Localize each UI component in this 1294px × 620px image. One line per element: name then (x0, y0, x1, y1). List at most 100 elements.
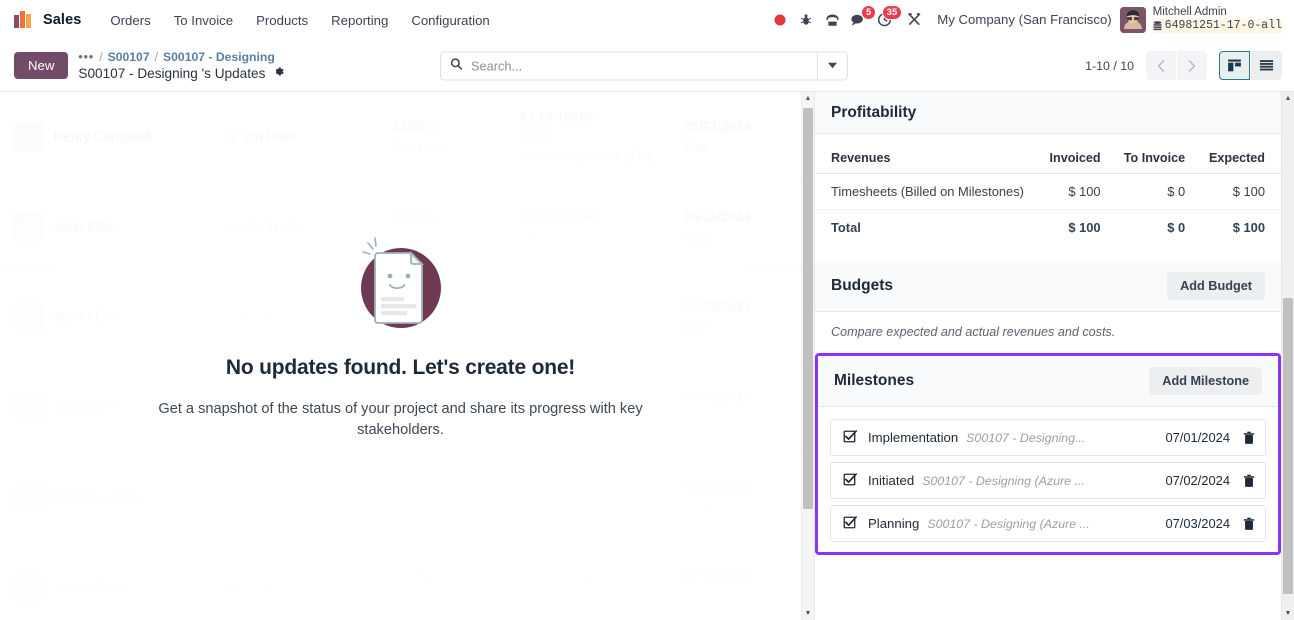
app-brand[interactable]: Sales (14, 9, 81, 31)
row-to-invoice: $ 0 (1106, 173, 1192, 210)
pager-previous-button[interactable] (1146, 51, 1176, 80)
company-switcher[interactable]: My Company (San Francisco) (937, 12, 1111, 27)
project-details-inner: Profitability Revenues Invoiced To Invoi… (815, 92, 1281, 620)
row-label: Timesheets (Billed on Milestones) (815, 173, 1034, 210)
add-milestone-button[interactable]: Add Milestone (1149, 367, 1262, 395)
menu-item-products[interactable]: Products (245, 7, 319, 34)
scroll-down-icon[interactable]: ▼ (1282, 607, 1294, 620)
status-label: On Hold (245, 579, 296, 594)
tools-icon[interactable] (901, 7, 927, 33)
activities-clock-icon[interactable]: 35 (871, 4, 903, 33)
updates-list-pane: Henry Campbell On Hold 1194% Progress 9 … (0, 92, 815, 620)
checkbox-checked-icon[interactable] (843, 429, 857, 446)
trash-icon[interactable] (1243, 431, 1255, 445)
scroll-down-icon[interactable]: ▼ (802, 607, 814, 620)
scroll-up-icon[interactable]: ▲ (1282, 92, 1294, 105)
add-budget-button[interactable]: Add Budget (1167, 272, 1265, 300)
milestone-row[interactable]: Planning S00107 - Designing (Azure ... 0… (830, 505, 1266, 542)
status-label: On Hold (245, 489, 296, 504)
menu-item-reporting[interactable]: Reporting (320, 7, 399, 34)
view-kanban-button[interactable] (1219, 51, 1250, 80)
list-item-name: Henry Campbell (54, 489, 151, 504)
row-invoiced: $ 100 (1033, 173, 1107, 210)
trash-icon[interactable] (1243, 474, 1255, 488)
date-label: Date (683, 229, 710, 244)
menu-item-orders[interactable]: Orders (99, 7, 161, 34)
row-expected: $ 100 (1191, 173, 1281, 210)
progress-label: Progress (393, 229, 443, 244)
control-panel: New ••• / S00107 / S00107 - Designing S0… (0, 40, 1294, 92)
voip-phone-icon[interactable] (819, 7, 845, 33)
date-value: 08/10/2024 (683, 388, 752, 404)
date-label: Date (683, 499, 710, 514)
list-item[interactable]: Wendi Baltz On Hold 1919% Progress 18 / … (0, 542, 814, 620)
list-icon (1259, 60, 1274, 71)
breadcrumb-link-s00107[interactable]: S00107 (108, 50, 150, 64)
search-box[interactable] (440, 51, 817, 80)
database-icon (1153, 21, 1162, 31)
progress-cell: 4625% Progress (393, 207, 519, 247)
total-label: Total (831, 220, 861, 235)
total-expected: $ 100 (1232, 220, 1265, 235)
milestone-row[interactable]: Implementation S00107 - Designing... 07/… (830, 419, 1266, 456)
status-badge: On Track (228, 219, 393, 234)
progress-value: 4625% (393, 208, 436, 224)
breadcrumb-link-designing[interactable]: S00107 - Designing (163, 50, 275, 64)
new-button[interactable]: New (14, 52, 69, 79)
scroll-up-icon[interactable]: ▲ (802, 92, 814, 105)
tasks-pct: (44%) (519, 589, 553, 604)
status-badge: On Hold (228, 309, 393, 324)
pager-next-button[interactable] (1177, 51, 1207, 80)
record-icon[interactable] (767, 7, 793, 33)
col-to-invoice: To Invoice (1106, 142, 1192, 174)
search-bar (440, 51, 848, 80)
progress-cell: Progress (393, 487, 519, 507)
bug-icon[interactable] (793, 7, 819, 33)
list-item[interactable]: John Miller On Hold Progress 06/29/2024 … (0, 272, 814, 362)
date-cell: 05/22/2024 Date (684, 117, 800, 157)
table-row[interactable]: Timesheets (Billed on Milestones) $ 100 … (815, 173, 1281, 210)
progress-cell: Progress (393, 307, 519, 327)
list-item[interactable]: John Miller On Track 4625% Progress 44 /… (0, 182, 814, 272)
user-menu[interactable]: Mitchell Admin 64981251-17-0-all (1119, 6, 1282, 35)
gear-icon[interactable] (272, 65, 285, 81)
breadcrumb-overflow-icon[interactable]: ••• (78, 50, 94, 64)
search-input[interactable] (471, 58, 808, 73)
database-label: 64981251-17-0-all (1164, 19, 1282, 33)
left-scrollbar[interactable]: ▲ ▼ (801, 92, 814, 620)
checkbox-checked-icon[interactable] (843, 515, 857, 532)
list-item-name: John Miller (54, 309, 120, 324)
menu-item-to-invoice[interactable]: To Invoice (163, 7, 244, 34)
status-badge: On Hold (228, 489, 393, 504)
milestone-reference: S00107 - Designing... (966, 430, 1086, 445)
status-label: On Hold (245, 309, 296, 324)
trash-icon[interactable] (1243, 517, 1255, 531)
view-list-button[interactable] (1251, 51, 1282, 80)
checkbox-checked-icon[interactable] (843, 472, 857, 489)
left-scrollbar-thumb[interactable] (803, 108, 813, 509)
list-item[interactable]: Thomas P. On Track Progress 08/10/2024 D… (0, 362, 814, 452)
budgets-title: Budgets (831, 277, 893, 294)
app-name: Sales (43, 12, 82, 28)
progress-value: 1194% (393, 118, 435, 134)
list-item[interactable]: Henry Campbell On Hold 1194% Progress 9 … (0, 92, 814, 182)
progress-cell: Progress (393, 397, 519, 417)
status-label: On Track (245, 399, 301, 414)
profitability-body: Revenues Invoiced To Invoice Expected Ti… (815, 134, 1281, 261)
search-icon (450, 58, 463, 74)
menu-item-configuration[interactable]: Configuration (400, 7, 500, 34)
total-to-invoice: $ 0 (1167, 220, 1186, 235)
col-expected: Expected (1191, 142, 1281, 174)
search-dropdown-toggle[interactable] (817, 51, 848, 80)
right-scrollbar-thumb[interactable] (1283, 298, 1293, 594)
date-value: 06/29/2024 (683, 298, 752, 314)
milestone-date: 07/02/2024 (1165, 473, 1230, 488)
date-cell: 07/27/2024 Date (684, 567, 800, 607)
right-scrollbar[interactable]: ▲ ▼ (1281, 92, 1294, 620)
list-item[interactable]: Henry Campbell On Hold Progress 08/14/20… (0, 452, 814, 542)
chevron-down-icon (828, 62, 837, 69)
milestone-row[interactable]: Initiated S00107 - Designing (Azure ... … (830, 462, 1266, 499)
messages-icon[interactable]: 5 (845, 4, 877, 33)
avatar (14, 301, 44, 332)
tasks-value: 9 / 16 Tasks (519, 109, 594, 125)
